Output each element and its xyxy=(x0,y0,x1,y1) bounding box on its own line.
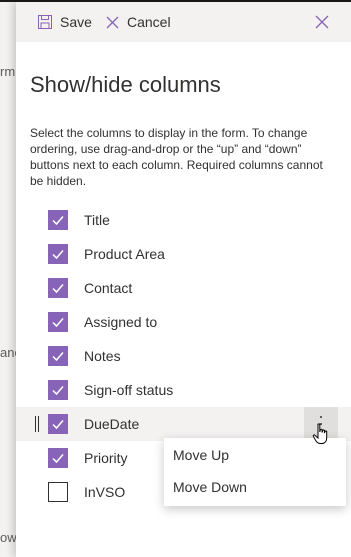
background-text: anc xyxy=(0,345,16,360)
column-row-title[interactable]: Title xyxy=(16,203,351,237)
column-checkbox[interactable] xyxy=(48,414,68,434)
column-checkbox[interactable] xyxy=(48,380,68,400)
column-checkbox[interactable] xyxy=(48,346,68,366)
close-button[interactable] xyxy=(311,11,333,33)
command-bar: Save Cancel xyxy=(16,2,351,42)
column-checkbox[interactable] xyxy=(48,244,68,264)
checkmark-icon xyxy=(52,284,64,294)
panel-title: Show/hide columns xyxy=(30,72,221,97)
cancel-label: Cancel xyxy=(127,14,171,30)
checkmark-icon xyxy=(52,250,64,260)
column-checkbox[interactable] xyxy=(48,278,68,298)
column-row-product-area[interactable]: Product Area xyxy=(16,237,351,271)
panel-description: Select the columns to display in the for… xyxy=(30,126,323,188)
column-checkbox[interactable] xyxy=(48,448,68,468)
drag-handle-icon[interactable] xyxy=(35,416,41,432)
save-icon xyxy=(38,15,52,29)
checkmark-icon xyxy=(52,216,64,226)
checkmark-icon xyxy=(52,420,64,430)
background-text: rm xyxy=(0,64,16,79)
checkmark-icon xyxy=(52,352,64,362)
checkmark-icon xyxy=(52,318,64,328)
column-label: Assigned to xyxy=(84,314,158,330)
column-label: Title xyxy=(84,212,110,228)
move-down-menu-item[interactable]: Move Down xyxy=(164,471,346,503)
close-icon xyxy=(311,15,333,37)
column-row-contact[interactable]: Contact xyxy=(16,271,351,305)
column-checkbox[interactable] xyxy=(48,482,68,502)
column-label: Contact xyxy=(84,280,133,296)
column-row-duedate[interactable]: DueDate xyxy=(16,407,351,441)
column-row-assigned-to[interactable]: Assigned to xyxy=(16,305,351,339)
column-checkbox[interactable] xyxy=(48,312,68,332)
column-label: Product Area xyxy=(84,246,165,262)
column-row-sign-off-status[interactable]: Sign-off status xyxy=(16,373,351,407)
save-label: Save xyxy=(60,14,92,30)
background-app: rm anc ow xyxy=(0,0,16,557)
checkmark-icon xyxy=(52,454,64,464)
hand-cursor-icon xyxy=(312,423,330,445)
column-label: DueDate xyxy=(84,416,140,432)
column-label: Sign-off status xyxy=(84,382,174,398)
column-label: Priority xyxy=(84,450,128,466)
cancel-icon xyxy=(106,16,119,29)
checkmark-icon xyxy=(52,386,64,396)
show-hide-columns-panel: Save Cancel Show/hide columns Select the… xyxy=(16,2,351,557)
context-menu: Move Up Move Down xyxy=(164,438,346,506)
background-text: ow xyxy=(0,530,16,545)
save-button[interactable]: Save xyxy=(38,2,92,42)
column-checkbox[interactable] xyxy=(48,210,68,230)
column-label: InVSO xyxy=(84,484,126,500)
cancel-button[interactable]: Cancel xyxy=(106,2,171,42)
column-row-notes[interactable]: Notes xyxy=(16,339,351,373)
column-label: Notes xyxy=(84,348,121,364)
